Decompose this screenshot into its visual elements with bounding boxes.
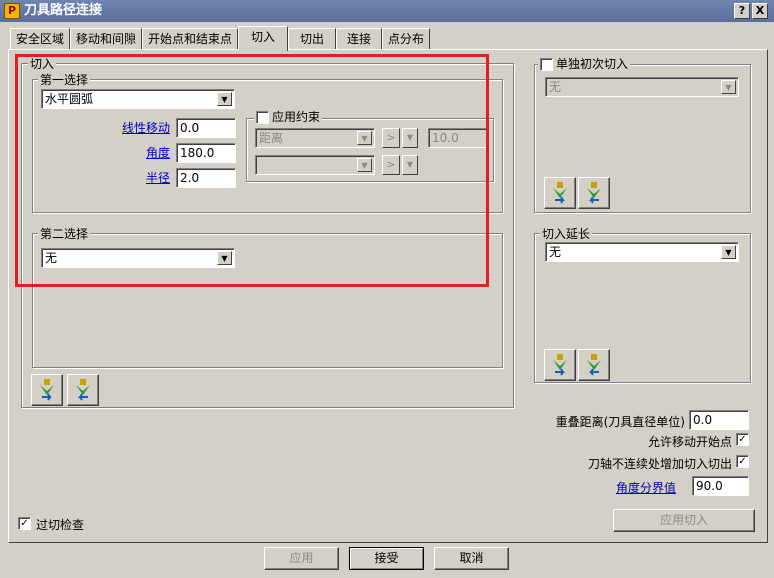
accept-button[interactable]: 接受 <box>349 547 424 570</box>
tab-lead-in[interactable]: 切入 <box>238 26 288 51</box>
flower-arrow-right-icon <box>553 354 567 376</box>
overlap-label: 重叠距离(刀具直径单位) <box>555 415 685 429</box>
copy-to-leadout-button[interactable] <box>31 374 63 406</box>
angle-threshold-input[interactable]: 90.0 <box>692 476 749 496</box>
flower-arrow-left-icon <box>76 379 90 401</box>
title-bar: P 刀具路径连接 ? X <box>0 0 774 22</box>
cancel-button[interactable]: 取消 <box>434 547 509 570</box>
close-button[interactable]: X <box>752 3 768 19</box>
extension-select[interactable]: 无 ▼ <box>545 242 739 262</box>
flower-arrow-left-icon <box>587 354 601 376</box>
add-on-discontinuity-label: 刀轴不连续处增加切入切出 <box>587 457 732 471</box>
tab-links[interactable]: 连接 <box>336 28 382 50</box>
allow-move-start-label: 允许移动开始点 <box>647 435 732 449</box>
extension-copy-to-button[interactable] <box>544 349 576 381</box>
apply-lead-in-button[interactable]: 应用切入 <box>613 509 755 532</box>
add-on-discontinuity-checkbox[interactable]: ✓ <box>736 455 749 468</box>
separate-first-header: 单独初次切入 <box>538 57 631 71</box>
separate-first-label: 单独初次切入 <box>556 57 629 71</box>
window-title: 刀具路径连接 <box>24 3 103 18</box>
apply-button[interactable]: 应用 <box>264 547 339 570</box>
chevron-down-icon: ▼ <box>721 245 736 259</box>
extension-label: 切入延长 <box>540 227 593 241</box>
flower-arrow-right-icon <box>40 379 54 401</box>
angle-threshold-label[interactable]: 角度分界值 <box>600 479 676 496</box>
help-button[interactable]: ? <box>734 3 750 19</box>
separate-first-checkbox[interactable] <box>540 57 553 71</box>
overlap-input[interactable]: 0.0 <box>689 410 749 430</box>
chevron-down-icon: ▼ <box>721 80 736 94</box>
separate-first-select[interactable]: 无 ▼ <box>545 77 739 97</box>
tab-lead-out[interactable]: 切出 <box>288 28 336 50</box>
flower-arrow-right-icon <box>553 182 567 204</box>
tab-start-end[interactable]: 开始点和结束点 <box>142 28 238 50</box>
allow-move-start-checkbox[interactable]: ✓ <box>736 433 749 446</box>
tab-point-distribution[interactable]: 点分布 <box>382 28 430 50</box>
copy-from-leadout-button[interactable] <box>67 374 99 406</box>
separate-copy-from-button[interactable] <box>578 177 610 209</box>
tab-safe-area[interactable]: 安全区域 <box>10 28 70 50</box>
separate-copy-to-button[interactable] <box>544 177 576 209</box>
extension-copy-from-button[interactable] <box>578 349 610 381</box>
highlight-box <box>15 54 489 287</box>
gouge-check-label: 过切检查 <box>36 518 85 532</box>
gouge-check-checkbox[interactable]: ✓ <box>18 517 31 530</box>
app-logo-icon: P <box>4 3 20 19</box>
tab-moves-gaps[interactable]: 移动和间隙 <box>70 28 142 50</box>
flower-arrow-left-icon <box>587 182 601 204</box>
